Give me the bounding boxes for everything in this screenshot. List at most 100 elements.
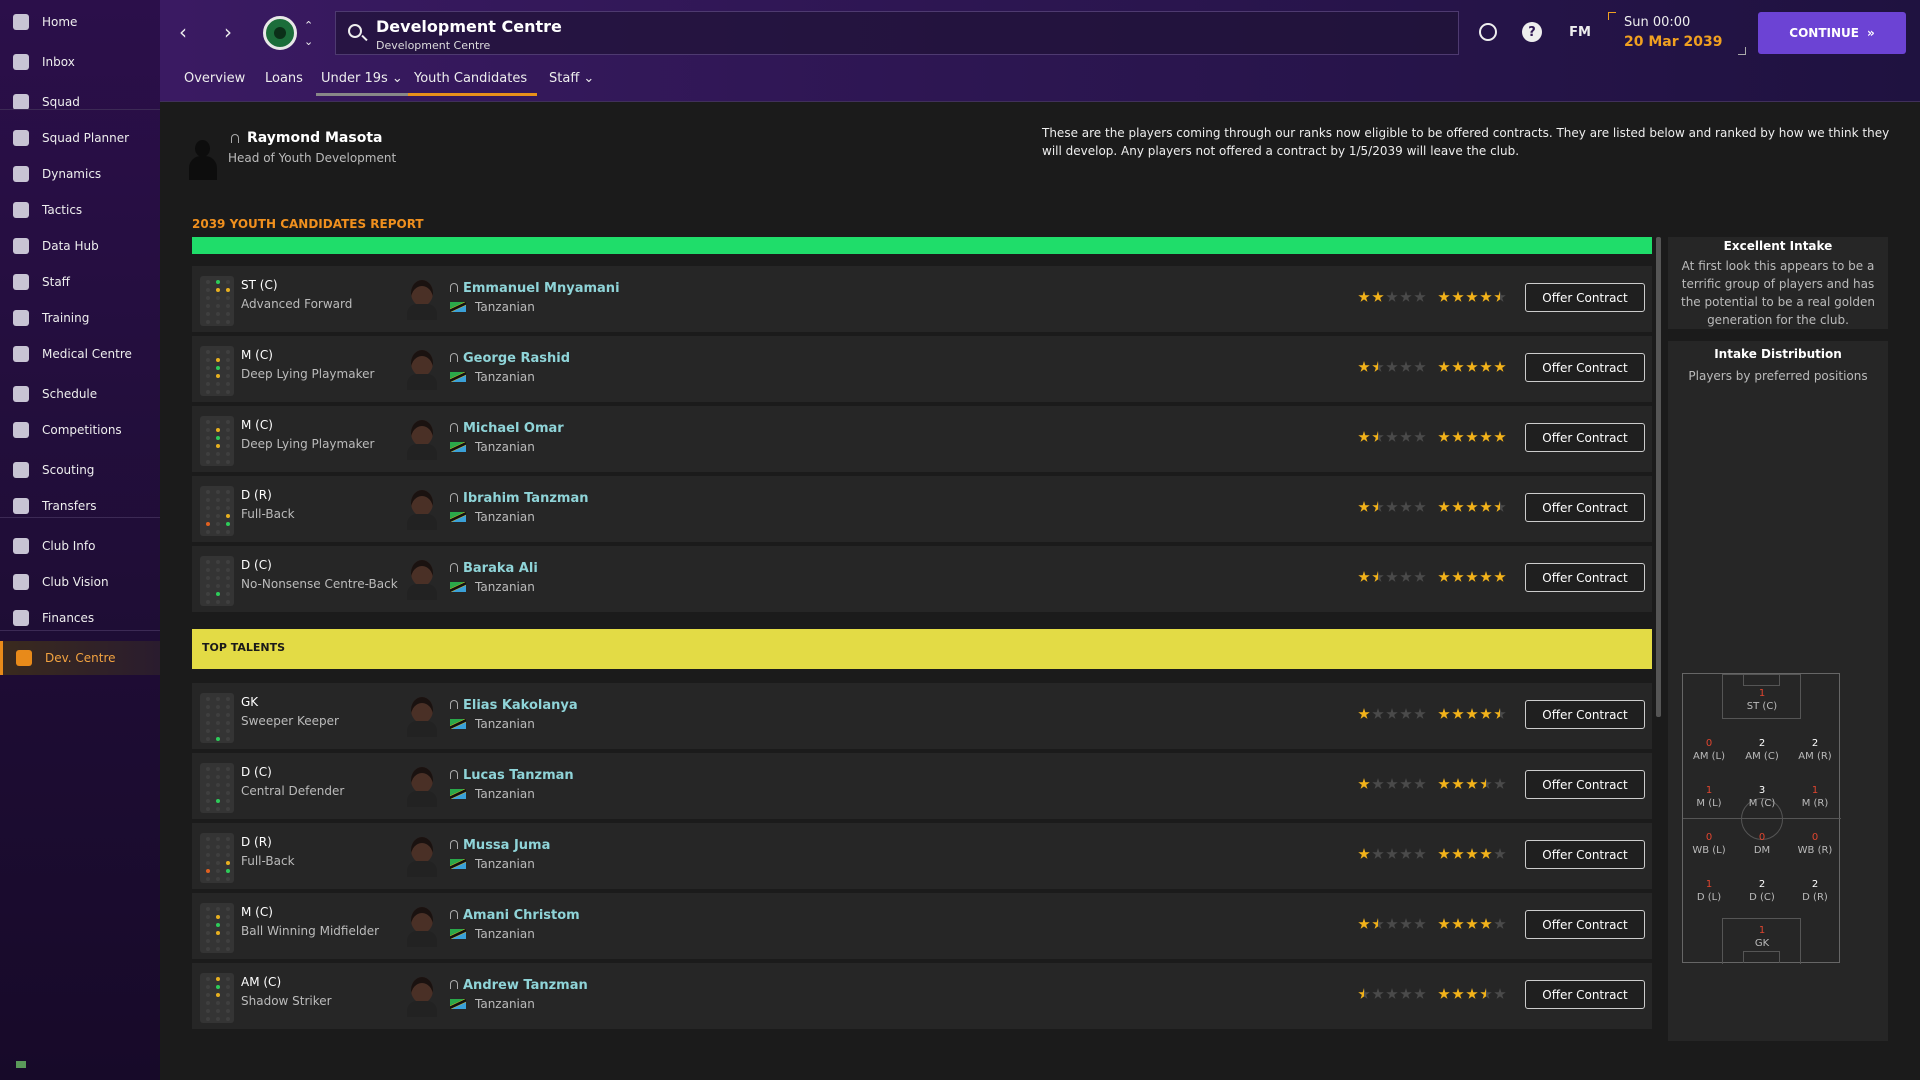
position-dot bbox=[206, 947, 210, 951]
sidebar-icon-wrap bbox=[0, 166, 42, 182]
sidebar-item-dynamics[interactable]: Dynamics bbox=[0, 157, 160, 191]
staff-name[interactable]: Raymond Masota bbox=[247, 130, 382, 146]
sidebar-item-medical-centre[interactable]: Medical Centre bbox=[0, 337, 160, 371]
player-name[interactable]: Emmanuel Mnyamani bbox=[450, 281, 620, 296]
position-dot bbox=[226, 366, 230, 370]
offer-contract-button[interactable]: Offer Contract bbox=[1525, 283, 1645, 312]
sidebar-item-schedule[interactable]: Schedule bbox=[0, 377, 160, 411]
position-dot bbox=[226, 985, 230, 989]
offer-contract-button[interactable]: Offer Contract bbox=[1525, 353, 1645, 382]
position-dot bbox=[206, 1017, 210, 1021]
candidate-row[interactable]: M (C) Deep Lying Playmaker George Rashid Ta… bbox=[192, 336, 1652, 402]
scrollbar[interactable] bbox=[1656, 237, 1661, 717]
offer-contract-button[interactable]: Offer Contract bbox=[1525, 423, 1645, 452]
player-name[interactable]: Elias Kakolanya bbox=[450, 698, 578, 713]
player-face[interactable] bbox=[407, 977, 437, 1017]
position-dot bbox=[216, 915, 220, 919]
offer-contract-button[interactable]: Offer Contract bbox=[1525, 700, 1645, 729]
offer-contract-button[interactable]: Offer Contract bbox=[1525, 840, 1645, 869]
search-icon[interactable] bbox=[348, 24, 362, 38]
search-bar[interactable]: Development Centre Development Centre bbox=[335, 11, 1459, 55]
position-dot bbox=[216, 799, 220, 803]
player-face[interactable] bbox=[407, 697, 437, 737]
current-ability-stars bbox=[1358, 291, 1426, 303]
club-badge-icon[interactable] bbox=[263, 16, 297, 50]
sidebar-item-data-hub[interactable]: Data Hub bbox=[0, 229, 160, 263]
player-name[interactable]: Mussa Juma bbox=[450, 838, 550, 853]
tab-overview[interactable]: Overview bbox=[184, 66, 245, 96]
sidebar-item-squad[interactable]: Squad bbox=[0, 85, 160, 119]
finances-icon bbox=[13, 610, 29, 626]
player-face[interactable] bbox=[407, 420, 437, 460]
sidebar-item-tactics[interactable]: Tactics bbox=[0, 193, 160, 227]
player-name[interactable]: Ibrahim Tanzman bbox=[450, 491, 588, 506]
sidebar-item-scouting[interactable]: Scouting bbox=[0, 453, 160, 487]
sidebar-item-club-info[interactable]: Club Info bbox=[0, 529, 160, 563]
candidate-row[interactable]: D (R) Full-Back Ibrahim Tanzman Tanzanian Of… bbox=[192, 476, 1652, 542]
position-dot bbox=[226, 915, 230, 919]
sidebar-item-training[interactable]: Training bbox=[0, 301, 160, 335]
player-face[interactable] bbox=[407, 280, 437, 320]
intake-distribution-card: Intake Distribution Players by preferred… bbox=[1668, 341, 1888, 1041]
current-ability-stars bbox=[1358, 778, 1426, 790]
player-name[interactable]: Baraka Ali bbox=[450, 561, 538, 576]
sidebar-item-inbox[interactable]: Inbox bbox=[0, 45, 160, 79]
fm-menu-button[interactable]: FM bbox=[1565, 22, 1595, 42]
position-dot bbox=[206, 522, 210, 526]
candidate-row[interactable]: AM (C) Shadow Striker Andrew Tanzman Tanzan… bbox=[192, 963, 1652, 1029]
sidebar-item-club-vision[interactable]: Club Vision bbox=[0, 565, 160, 599]
player-face[interactable] bbox=[407, 837, 437, 877]
player-name[interactable]: George Rashid bbox=[450, 351, 570, 366]
tab-staff[interactable]: Staff ⌄ bbox=[549, 66, 594, 96]
player-name[interactable]: Andrew Tanzman bbox=[450, 978, 588, 993]
candidate-row[interactable]: D (C) No-Nonsense Centre-Back Baraka Ali Ta… bbox=[192, 546, 1652, 612]
position-dot bbox=[226, 697, 230, 701]
star-icon bbox=[1438, 918, 1450, 929]
player-name[interactable]: Lucas Tanzman bbox=[450, 768, 574, 783]
staff-avatar[interactable] bbox=[186, 140, 220, 180]
current-ability-stars bbox=[1358, 501, 1426, 513]
position-dot bbox=[206, 568, 210, 572]
position-diagram bbox=[200, 346, 234, 396]
star-icon bbox=[1358, 708, 1370, 719]
nationality-text: Tanzanian bbox=[475, 997, 535, 1011]
tab-under-19s[interactable]: Under 19s ⌄ bbox=[316, 66, 408, 96]
chevron-down-icon[interactable]: ⌄ bbox=[304, 32, 313, 52]
tab-youth-candidates[interactable]: Youth Candidates bbox=[408, 66, 538, 96]
candidate-row[interactable]: GK Sweeper Keeper Elias Kakolanya Tanzanian… bbox=[192, 683, 1652, 749]
candidate-row[interactable]: D (R) Full-Back Mussa Juma Tanzanian Offer C… bbox=[192, 823, 1652, 889]
sidebar-item-staff[interactable]: Staff bbox=[0, 265, 160, 299]
forward-arrow-icon[interactable]: › bbox=[224, 22, 232, 42]
offer-contract-button[interactable]: Offer Contract bbox=[1525, 980, 1645, 1009]
globe-icon[interactable] bbox=[1479, 23, 1497, 41]
position-dot bbox=[216, 584, 220, 588]
sidebar-item-competitions[interactable]: Competitions bbox=[0, 413, 160, 447]
player-face[interactable] bbox=[407, 490, 437, 530]
sidebar-item-squad-planner[interactable]: Squad Planner bbox=[0, 121, 160, 155]
candidate-row[interactable]: D (C) Central Defender Lucas Tanzman Tanzan… bbox=[192, 753, 1652, 819]
candidate-row[interactable]: M (C) Deep Lying Playmaker Michael Omar Tan… bbox=[192, 406, 1652, 472]
back-arrow-icon[interactable]: ‹ bbox=[179, 22, 187, 42]
player-name[interactable]: Amani Christom bbox=[450, 908, 580, 923]
offer-contract-button[interactable]: Offer Contract bbox=[1525, 910, 1645, 939]
position-dot bbox=[226, 775, 230, 779]
position-dot bbox=[206, 444, 210, 448]
player-face[interactable] bbox=[407, 767, 437, 807]
offer-contract-button[interactable]: Offer Contract bbox=[1525, 770, 1645, 799]
sidebar-item-home[interactable]: Home bbox=[0, 5, 160, 39]
player-name[interactable]: Michael Omar bbox=[450, 421, 564, 436]
player-face[interactable] bbox=[407, 560, 437, 600]
candidate-row[interactable]: ST (C) Advanced Forward Emmanuel Mnyamani T… bbox=[192, 266, 1652, 332]
position-diagram bbox=[200, 693, 234, 743]
continue-button[interactable]: CONTINUE » bbox=[1758, 12, 1906, 54]
candidates-list: TOP TALENTS ST (C) Advanced Forward Emmanu… bbox=[192, 237, 1652, 1045]
sidebar-icon-wrap bbox=[0, 538, 42, 554]
player-face[interactable] bbox=[407, 350, 437, 390]
help-icon[interactable]: ? bbox=[1522, 22, 1542, 42]
sidebar-item-dev-centre[interactable]: Dev. Centre bbox=[0, 641, 160, 675]
candidate-row[interactable]: M (C) Ball Winning Midfielder Amani Christ… bbox=[192, 893, 1652, 959]
offer-contract-button[interactable]: Offer Contract bbox=[1525, 493, 1645, 522]
offer-contract-button[interactable]: Offer Contract bbox=[1525, 563, 1645, 592]
tab-loans[interactable]: Loans bbox=[265, 66, 303, 96]
player-face[interactable] bbox=[407, 907, 437, 947]
